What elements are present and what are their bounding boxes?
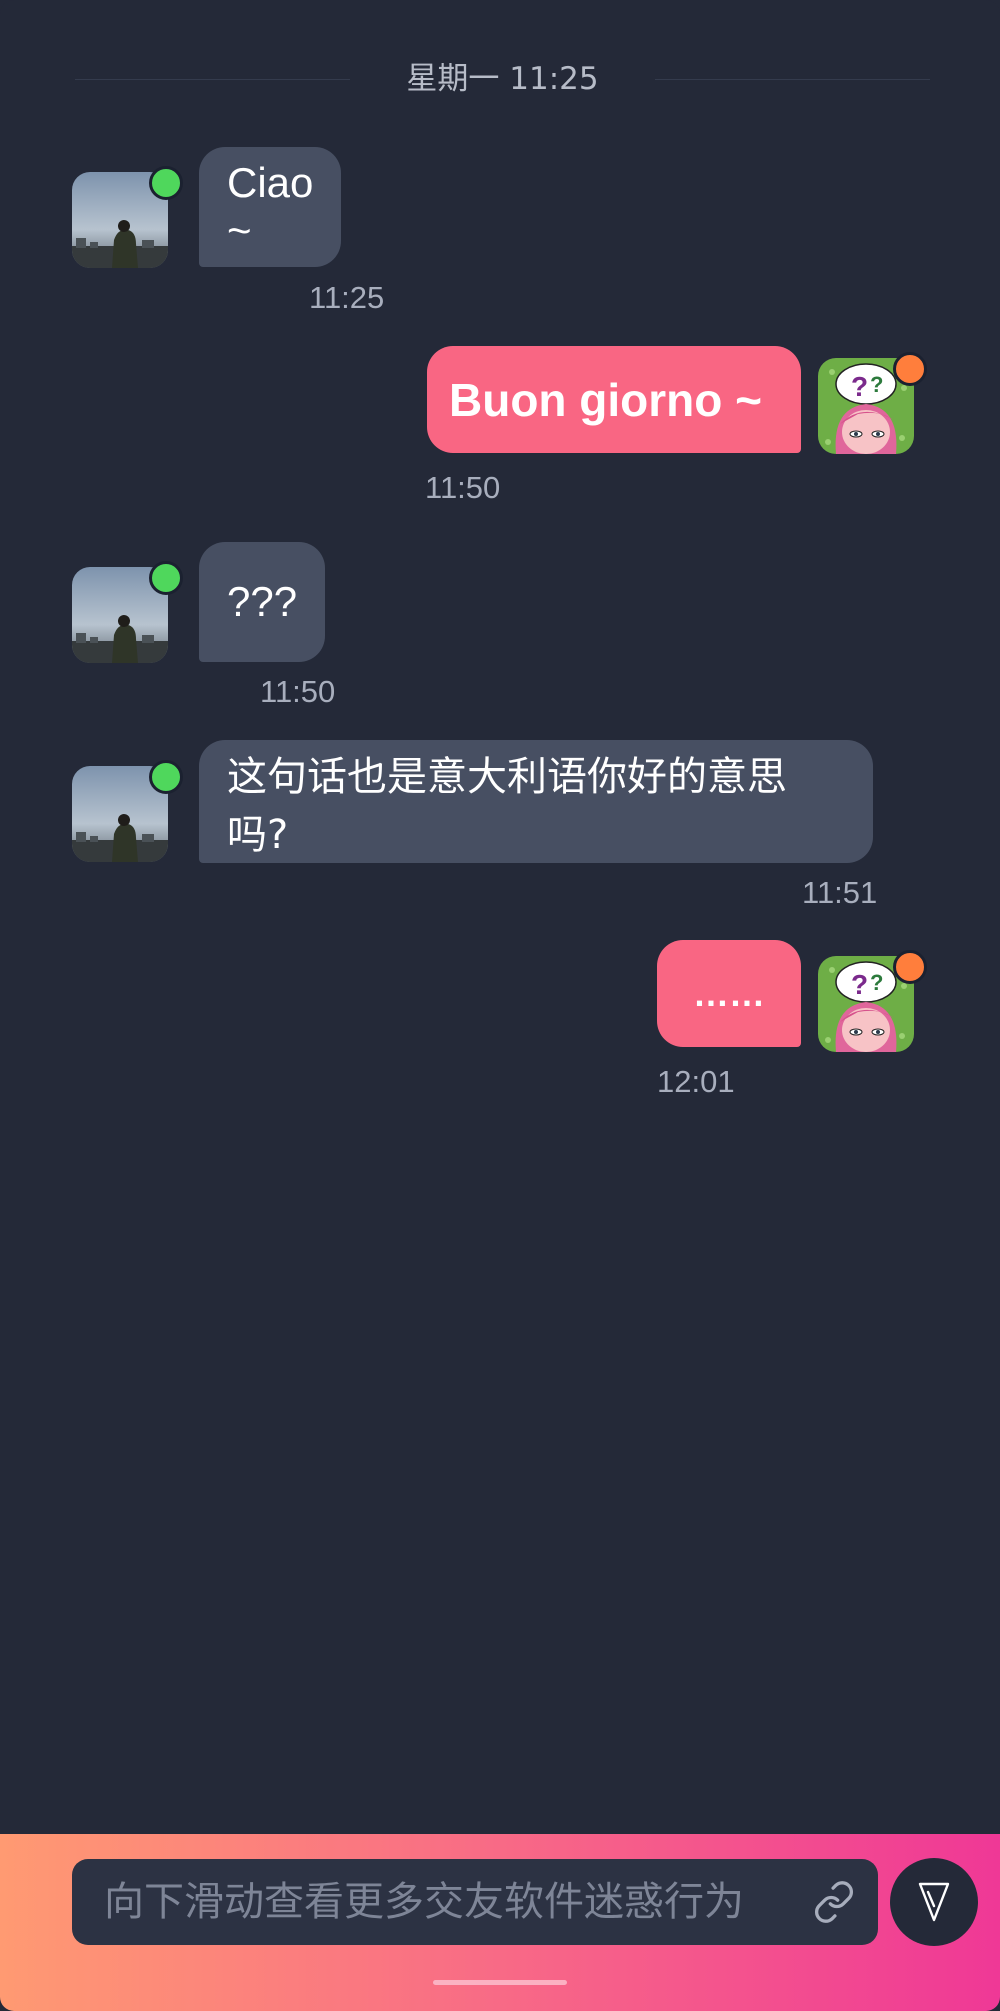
message-bubble[interactable]: Ciao ~ (199, 147, 342, 267)
message-input-container (72, 1859, 878, 1945)
message-time: 11:51 (802, 875, 878, 910)
message-input[interactable] (104, 1859, 784, 1945)
away-status-dot (893, 950, 927, 984)
chat-screen: 星期一 11:25 Ciao ~ 11:25 Buon giorno ~ 11:… (0, 0, 1000, 2011)
divider (655, 79, 930, 80)
composer-bar (0, 1834, 1000, 2011)
send-arrow-icon (918, 1882, 950, 1922)
message-bubble[interactable]: 这句话也是意大利语你好的意思吗? (199, 740, 873, 863)
online-status-dot (149, 760, 183, 794)
link-icon[interactable] (812, 1880, 856, 1924)
message-bubble[interactable]: Buon giorno ~ (427, 346, 801, 453)
message-bubble[interactable]: ??? (199, 542, 326, 662)
message-time: 12:01 (657, 1064, 735, 1099)
message-bubble[interactable]: …… (657, 940, 801, 1047)
date-separator: 星期一 11:25 (0, 50, 1000, 97)
online-status-dot (149, 166, 183, 200)
home-indicator[interactable] (433, 1980, 567, 1985)
away-status-dot (893, 352, 927, 386)
divider (75, 79, 350, 80)
message-time: 11:25 (309, 280, 385, 315)
send-button[interactable] (890, 1858, 978, 1946)
online-status-dot (149, 561, 183, 595)
date-label: 星期一 11:25 (406, 61, 599, 97)
message-time: 11:50 (260, 674, 336, 709)
message-time: 11:50 (425, 470, 501, 505)
